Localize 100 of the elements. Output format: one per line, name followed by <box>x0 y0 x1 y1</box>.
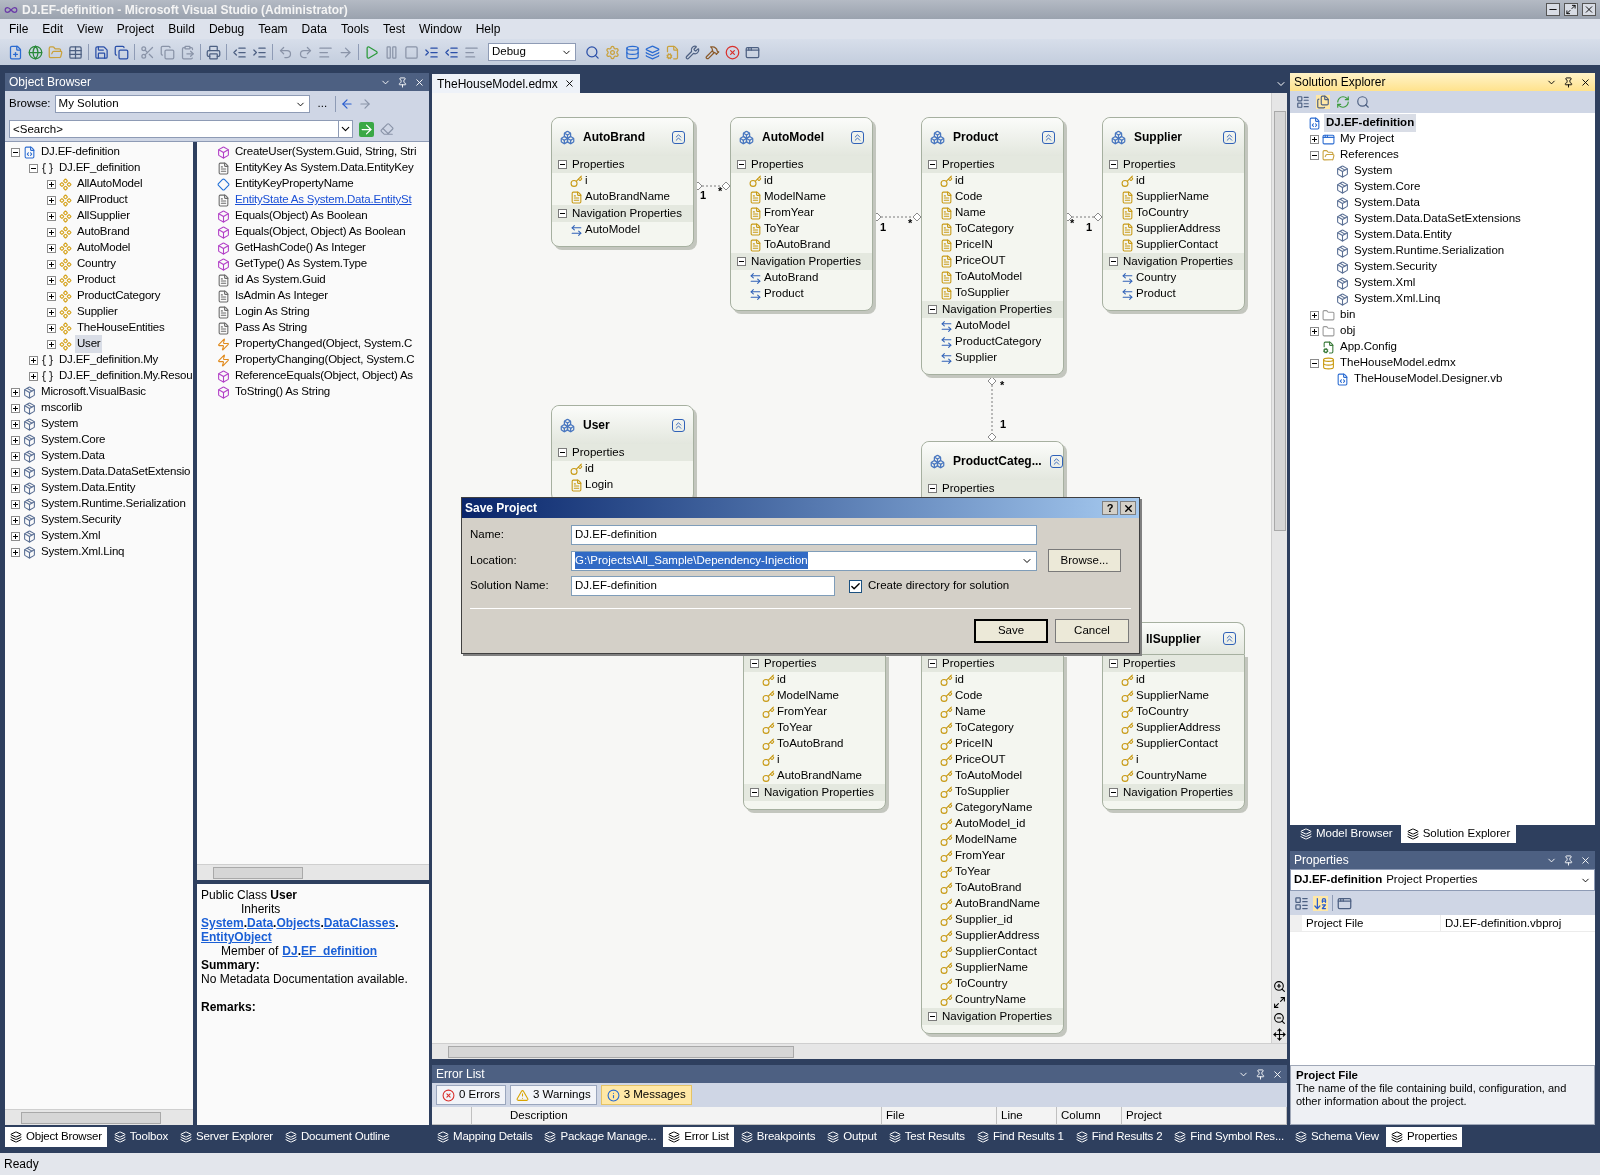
scrollbar[interactable] <box>1271 93 1287 1043</box>
panel-tab[interactable]: Solution Explorer <box>1400 825 1517 843</box>
expand-toggle[interactable] <box>11 531 20 541</box>
collapse-icon[interactable] <box>928 1012 937 1021</box>
tool-window-tab[interactable]: Server Explorer <box>175 1127 278 1147</box>
tree-item[interactable]: System.Xml.Linq <box>1352 290 1443 308</box>
expand-toggle[interactable] <box>11 515 20 525</box>
server-explorer-icon[interactable] <box>625 44 640 60</box>
tree-item[interactable]: DJ.EF-definition <box>1324 114 1417 132</box>
tree-item[interactable]: AutoModel <box>75 239 133 257</box>
tree-item[interactable]: Microsoft.VisualBasic <box>39 383 148 401</box>
checkbox[interactable] <box>849 579 862 593</box>
tree-item[interactable]: System.Runtime.Serialization <box>39 495 188 513</box>
tool-window-tab[interactable]: Mapping Details <box>432 1127 538 1147</box>
expand-toggle[interactable] <box>11 499 20 509</box>
add-item-icon[interactable] <box>68 44 83 60</box>
menu-item[interactable]: Help <box>468 20 508 38</box>
column-header[interactable]: Description <box>472 1107 882 1124</box>
expand-toggle[interactable] <box>47 339 56 349</box>
expand-toggle[interactable] <box>11 435 20 445</box>
member-item[interactable]: Equals(Object, Object) As Boolean <box>235 223 406 241</box>
menu-item[interactable]: Build <box>161 20 202 38</box>
tree-item[interactable]: AllProduct <box>75 191 130 209</box>
scrollbar[interactable] <box>5 1109 193 1125</box>
collapse-icon[interactable] <box>737 160 746 169</box>
collapse-icon[interactable] <box>1109 659 1118 668</box>
expand-toggle[interactable] <box>47 291 56 301</box>
property-value[interactable]: DJ.EF-definition.vbproj <box>1440 915 1595 931</box>
tree-item[interactable]: AllAutoModel <box>75 175 145 193</box>
minimize-icon[interactable] <box>1546 3 1560 16</box>
tree-item[interactable]: My Project <box>1338 130 1397 148</box>
member-item[interactable]: IsAdmin As Integer <box>235 287 328 305</box>
menu-item[interactable]: Data <box>294 20 334 38</box>
menu-item[interactable]: Debug <box>201 20 252 38</box>
zoom-in-icon[interactable] <box>1273 980 1286 993</box>
categorized-icon[interactable] <box>1294 895 1309 911</box>
tool-window-tab[interactable]: Breakpoints <box>735 1127 821 1147</box>
configuration-dropdown[interactable]: Debug <box>488 43 576 61</box>
collapse-toggle[interactable] <box>1310 358 1319 368</box>
namespace-link[interactable]: Objects <box>276 916 321 930</box>
expand-toggle[interactable] <box>47 323 56 333</box>
entity-box[interactable]: Properties id ModelName FromYear ToYear ToAutoBrand i AutoBrandName Navigation Properties <box>743 654 886 810</box>
expand-toggle[interactable] <box>1310 134 1319 144</box>
start-icon[interactable] <box>364 44 379 60</box>
entity-box[interactable]: Product Properties id Code Name ToCategory PriceIN PriceOUT ToAutoModel ToSupplier Navigation Properties AutoModel ProductCategory Supplier <box>921 117 1064 375</box>
tool-window-tab[interactable]: Find Symbol Res... <box>1169 1127 1289 1147</box>
tree-item[interactable]: System.Data <box>39 447 107 465</box>
namespace-link[interactable]: DJ <box>282 944 298 958</box>
new-project-icon[interactable] <box>8 44 23 60</box>
tree-item[interactable]: TheHouseModel.edmx <box>1338 354 1458 372</box>
menu-item[interactable]: Test <box>375 20 412 38</box>
panel-tab[interactable]: Model Browser <box>1294 825 1399 843</box>
member-item[interactable]: ToString() As String <box>235 383 331 401</box>
namespace-link[interactable]: EF_definition <box>301 944 378 958</box>
object-selector[interactable]: DJ.EF-definition Project Properties <box>1290 869 1595 891</box>
pin-icon[interactable] <box>1563 76 1574 88</box>
build-icon[interactable] <box>705 44 720 60</box>
tree-item[interactable]: bin <box>1338 306 1358 324</box>
more-button[interactable]: ... <box>313 95 332 113</box>
menu-item[interactable]: File <box>2 20 36 38</box>
tree-item[interactable]: AllSupplier <box>75 207 132 225</box>
menu-item[interactable]: View <box>70 20 110 38</box>
menu-item[interactable]: Tools <box>333 20 376 38</box>
tree-item[interactable]: System.Runtime.Serialization <box>1352 242 1507 260</box>
tree-item[interactable]: System.Xml <box>1352 274 1418 292</box>
tool-window-tab[interactable]: Error List <box>663 1127 734 1147</box>
expand-toggle[interactable] <box>11 387 20 397</box>
member-item[interactable]: PropertyChanged(Object, System.C <box>235 335 413 353</box>
collapse-toggle[interactable] <box>29 163 38 173</box>
collapse-icon[interactable] <box>928 484 937 493</box>
tree-item[interactable]: AutoBrand <box>75 223 132 241</box>
zoom-fit-icon[interactable] <box>1273 996 1286 1009</box>
tree-item[interactable]: System.Data.DataSetExtensio <box>39 463 193 481</box>
close-icon[interactable] <box>1580 76 1591 88</box>
text-field[interactable]: DJ.EF-definition <box>571 576 835 596</box>
namespace-link[interactable]: EntityObject <box>201 930 272 944</box>
expand-toggle[interactable] <box>47 227 56 237</box>
collapse-icon[interactable] <box>558 448 567 457</box>
filter-button[interactable]: 3 Messages <box>600 1085 692 1105</box>
object-browser-icon[interactable] <box>645 44 660 60</box>
tree-item[interactable]: DJ.EF_definition.My <box>57 351 161 369</box>
tree-item[interactable]: System.Data.DataSetExtensions <box>1352 210 1523 228</box>
namespace-link[interactable]: System <box>201 916 244 930</box>
save-icon[interactable] <box>94 44 109 60</box>
close-icon[interactable] <box>563 78 575 89</box>
scrollbar[interactable] <box>432 1043 1287 1059</box>
window-icon[interactable] <box>745 44 760 60</box>
collapse-icon[interactable] <box>750 788 759 797</box>
dialog-button[interactable]: Save <box>974 619 1048 643</box>
search-field[interactable]: <Search> <box>9 120 339 138</box>
document-tab[interactable]: TheHouseModel.edmx <box>432 74 580 93</box>
tools-icon[interactable] <box>685 44 700 60</box>
expand-toggle[interactable] <box>11 451 20 461</box>
expand-toggle[interactable] <box>11 547 20 557</box>
search-icon[interactable] <box>1356 95 1370 109</box>
filter-button[interactable]: 0 Errors <box>436 1085 506 1105</box>
search-go-icon[interactable] <box>359 121 374 137</box>
member-item[interactable]: Equals(Object) As Boolean <box>235 207 368 225</box>
print-icon[interactable] <box>206 44 221 60</box>
collapse-icon[interactable] <box>737 257 746 266</box>
